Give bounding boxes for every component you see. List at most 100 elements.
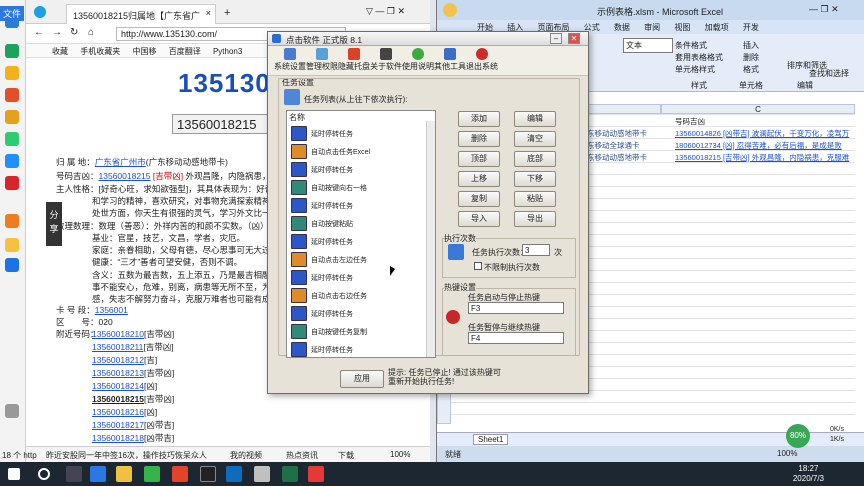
app-icon[interactable] xyxy=(5,154,19,168)
nearby-number-link[interactable]: 13560018214 xyxy=(92,381,144,391)
app-icon[interactable] xyxy=(5,238,19,252)
system-settings-button[interactable]: 系统设置 xyxy=(274,48,306,72)
back-icon[interactable]: ← xyxy=(34,27,44,38)
app-icon[interactable] xyxy=(144,466,160,482)
home-icon[interactable]: ⌂ xyxy=(88,27,94,38)
move-down-button[interactable]: 下移 xyxy=(514,171,556,187)
cells-item[interactable]: 格式 xyxy=(743,64,759,75)
share-button[interactable]: 分享 xyxy=(46,202,62,246)
search-icon[interactable] xyxy=(38,468,50,480)
hide-tray-button[interactable]: 隐藏托盘 xyxy=(338,48,370,72)
star-icon[interactable] xyxy=(5,66,19,80)
office-button-icon[interactable] xyxy=(443,3,457,17)
bookmark-item[interactable]: Python3 xyxy=(213,47,242,56)
app-icon[interactable] xyxy=(254,466,270,482)
edge-icon[interactable] xyxy=(90,466,106,482)
exec-count-input[interactable]: 3 xyxy=(522,244,550,256)
nearby-number-link[interactable]: 13560018218 xyxy=(92,433,144,443)
other-tools-button[interactable]: 其他工具 xyxy=(434,48,466,72)
export-button[interactable]: 导出 xyxy=(514,211,556,227)
task-view-icon[interactable] xyxy=(66,466,82,482)
app-icon[interactable] xyxy=(5,214,19,228)
delete-button[interactable]: 删除 xyxy=(458,131,500,147)
pause-hotkey-input[interactable]: F4 xyxy=(468,332,564,344)
about-button[interactable]: 关于软件 xyxy=(370,48,402,72)
window-controls[interactable]: ▽ — ❐ ✕ xyxy=(366,6,405,17)
explorer-icon[interactable] xyxy=(116,466,132,482)
move-up-button[interactable]: 上移 xyxy=(458,171,500,187)
minimize-button[interactable]: – xyxy=(550,33,562,44)
close-button[interactable]: ✕ xyxy=(568,33,580,44)
settings-icon[interactable] xyxy=(5,404,19,418)
start-stop-hotkey-input[interactable]: F3 xyxy=(468,302,564,314)
sheet-tab[interactable]: Sheet1 xyxy=(473,434,509,445)
styles-item[interactable]: 单元格样式 xyxy=(675,64,715,75)
nearby-number-link[interactable]: 13560018211 xyxy=(92,342,143,352)
close-icon[interactable]: × xyxy=(206,8,211,18)
find-select-button[interactable]: 查找和选择 xyxy=(809,68,849,79)
cells-item[interactable]: 插入 xyxy=(743,40,759,51)
bottom-button[interactable]: 底部 xyxy=(514,151,556,167)
excel-icon[interactable] xyxy=(282,466,298,482)
tab-view[interactable]: 视图 xyxy=(674,23,690,32)
task-list[interactable]: 名称 延时停转任务 自动点击任务Excel 延时停转任务 自动按键向右一格 延时停转任务… xyxy=(286,110,436,358)
bookmark-item[interactable]: 收藏 xyxy=(52,47,68,56)
nearby-number-link[interactable]: 13560018213 xyxy=(92,368,144,378)
add-button[interactable]: 添加 xyxy=(458,111,500,127)
zoom-level[interactable]: 100% xyxy=(390,450,410,459)
nearby-number-link[interactable]: 13560018215 xyxy=(92,394,144,404)
exit-button[interactable]: 退出系统 xyxy=(466,48,498,72)
help-button[interactable]: 使用说明 xyxy=(402,48,434,72)
edit-button[interactable]: 编辑 xyxy=(514,111,556,127)
search-input[interactable]: 13560018215 xyxy=(172,114,272,134)
bookmark-item[interactable]: 手机收藏夹 xyxy=(80,47,120,56)
app-icon[interactable] xyxy=(5,176,19,190)
window-controls[interactable]: — ❐ ✕ xyxy=(809,4,839,15)
prefix-link[interactable]: 1356001 xyxy=(95,305,128,315)
nearby-number-link[interactable]: 13560018212 xyxy=(92,355,144,365)
column-header-c[interactable]: C xyxy=(661,104,855,114)
my-video-link[interactable]: 我的视频 xyxy=(230,450,262,461)
bookmark-item[interactable]: 中国移 xyxy=(132,47,156,56)
nearby-number-link[interactable]: 13560018217 xyxy=(92,420,144,430)
region-link[interactable]: 广东省广州市 xyxy=(95,157,146,167)
zoom-level[interactable]: 100% xyxy=(777,449,797,458)
file-menu[interactable]: 文件 xyxy=(0,6,25,21)
nearby-number-link[interactable]: 13560018216 xyxy=(92,407,144,417)
clear-button[interactable]: 清空 xyxy=(514,131,556,147)
app-icon[interactable] xyxy=(172,466,188,482)
app-icon[interactable] xyxy=(5,88,19,102)
top-button[interactable]: 顶部 xyxy=(458,151,500,167)
windows-start-icon[interactable] xyxy=(8,468,20,480)
clock[interactable]: 18:27 2020/7/3 xyxy=(793,464,824,484)
hot-news-link[interactable]: 热点资讯 xyxy=(286,450,318,461)
tab-review[interactable]: 审阅 xyxy=(644,23,660,32)
tab-developer[interactable]: 开发 xyxy=(743,23,759,32)
scrollbar[interactable] xyxy=(426,121,435,357)
tab-data[interactable]: 数据 xyxy=(614,23,630,32)
manage-permissions-button[interactable]: 管理权限 xyxy=(306,48,338,72)
app-icon[interactable] xyxy=(5,258,19,272)
download-link[interactable]: 下载 xyxy=(338,450,354,461)
browser-tab-active[interactable]: 13560018215归属地【广东省广 × xyxy=(66,4,216,24)
speed-badge[interactable]: 80% xyxy=(786,424,810,448)
number-format-select[interactable]: 文本 xyxy=(623,38,673,53)
app-icon[interactable] xyxy=(5,44,19,58)
unlimited-checkbox[interactable] xyxy=(474,262,482,270)
new-tab-button[interactable]: + xyxy=(224,7,230,19)
news-ticker[interactable]: 昨近安股同一年中签16次，操作技巧恢呆众人 xyxy=(46,450,207,461)
nearby-number-link[interactable]: 13560018210 xyxy=(92,329,144,339)
app-icon[interactable] xyxy=(308,466,324,482)
styles-item[interactable]: 套用表格格式 xyxy=(675,52,723,63)
app-icon[interactable] xyxy=(5,110,19,124)
bookmark-item[interactable]: 百度翻译 xyxy=(169,47,201,56)
task-item[interactable]: 延时停转任务 xyxy=(289,339,425,357)
cells-item[interactable]: 删除 xyxy=(743,52,759,63)
copy-button[interactable]: 复制 xyxy=(458,191,500,207)
import-button[interactable]: 导入 xyxy=(458,211,500,227)
app-icon[interactable] xyxy=(5,132,19,146)
terminal-icon[interactable] xyxy=(200,466,216,482)
number-link[interactable]: 13560018215 xyxy=(99,171,151,181)
styles-item[interactable]: 条件格式 xyxy=(675,40,707,51)
apply-button[interactable]: 应用 xyxy=(340,370,384,388)
